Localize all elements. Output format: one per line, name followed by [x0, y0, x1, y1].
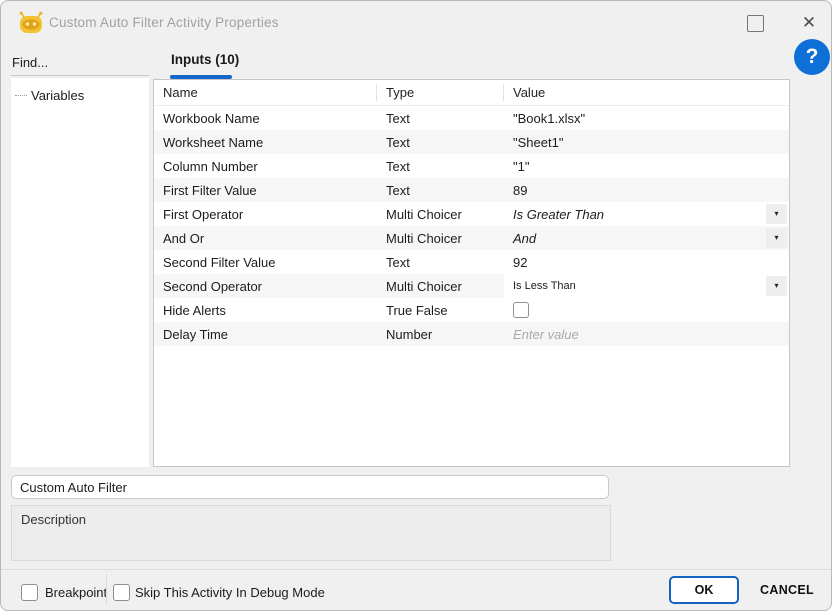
table-row[interactable]: Delay Time Number Enter value	[154, 322, 789, 346]
row-name-cell: Second Operator	[154, 279, 377, 294]
table-row[interactable]: First Filter Value Text 89	[154, 178, 789, 202]
row-value-cell[interactable]: "Book1.xlsx"	[504, 106, 789, 130]
inputs-table: Name Type Value Workbook Name Text "Book…	[153, 79, 790, 467]
value-text: "1"	[513, 159, 529, 174]
ok-button[interactable]: OK	[669, 576, 739, 604]
value-combobox[interactable]: Is Less Than	[504, 274, 789, 298]
tab-inputs[interactable]: Inputs (10)	[171, 52, 239, 67]
table-row[interactable]: First Operator Multi Choicer Is Greater …	[154, 202, 789, 226]
table-row[interactable]: And Or Multi Choicer And ▾	[154, 226, 789, 250]
tree-item-label: Variables	[31, 88, 84, 103]
table-row[interactable]: Hide Alerts True False	[154, 298, 789, 322]
tree-branch-icon	[15, 95, 27, 96]
row-value-cell[interactable]: "1"	[504, 154, 789, 178]
table-row[interactable]: Second Operator Multi Choicer Is Less Th…	[154, 274, 789, 298]
cancel-button[interactable]: CANCEL	[751, 576, 823, 604]
value-text: Is Less Than	[513, 280, 576, 292]
column-header-value[interactable]: Value	[504, 84, 789, 101]
footer-vertical-divider	[106, 574, 107, 605]
table-row[interactable]: Column Number Text "1"	[154, 154, 789, 178]
question-icon: ?	[806, 45, 819, 69]
row-type-cell: Text	[377, 135, 504, 150]
row-name-cell: First Filter Value	[154, 183, 377, 198]
bot-icon	[18, 10, 44, 36]
row-name-cell: Column Number	[154, 159, 377, 174]
row-name-cell: Second Filter Value	[154, 255, 377, 270]
value-text: 92	[513, 255, 527, 270]
row-value-cell[interactable]: "Sheet1"	[504, 130, 789, 154]
table-row[interactable]: Second Filter Value Text 92	[154, 250, 789, 274]
value-checkbox[interactable]	[513, 302, 529, 318]
breakpoint-checkbox[interactable]	[21, 584, 38, 601]
skip-debug-label: Skip This Activity In Debug Mode	[135, 585, 325, 600]
row-value-cell[interactable]: Enter value	[504, 322, 789, 346]
row-name-cell: Delay Time	[154, 327, 377, 342]
row-type-cell: Text	[377, 255, 504, 270]
row-value-cell[interactable]: Is Less Than ▾	[504, 274, 789, 298]
title-bar: Custom Auto Filter Activity Properties ✕	[1, 1, 831, 46]
row-name-cell: Hide Alerts	[154, 303, 377, 318]
table-body: Workbook Name Text "Book1.xlsx" Workshee…	[154, 106, 789, 346]
dialog-window: Custom Auto Filter Activity Properties ✕…	[0, 0, 832, 611]
row-value-cell[interactable]: 89	[504, 178, 789, 202]
table-row[interactable]: Workbook Name Text "Book1.xlsx"	[154, 106, 789, 130]
row-name-cell: First Operator	[154, 207, 377, 222]
value-text: Is Greater Than	[513, 207, 604, 222]
skip-debug-checkbox[interactable]	[113, 584, 130, 601]
dropdown-button[interactable]: ▾	[766, 276, 787, 296]
value-text: And	[513, 231, 536, 246]
activity-name-input[interactable]	[11, 475, 609, 499]
row-type-cell: Multi Choicer	[377, 207, 504, 222]
row-value-cell[interactable]: 92	[504, 250, 789, 274]
description-field[interactable]: Description	[11, 505, 611, 561]
value-placeholder: Enter value	[513, 327, 579, 342]
row-name-cell: Workbook Name	[154, 111, 377, 126]
close-icon[interactable]: ✕	[799, 12, 819, 34]
help-button[interactable]: ?	[794, 39, 830, 75]
row-value-cell[interactable]: Is Greater Than ▾	[504, 202, 789, 226]
window-title: Custom Auto Filter Activity Properties	[49, 15, 279, 30]
row-type-cell: Multi Choicer	[377, 279, 504, 294]
table-row[interactable]: Worksheet Name Text "Sheet1"	[154, 130, 789, 154]
row-type-cell: Multi Choicer	[377, 231, 504, 246]
column-header-type[interactable]: Type	[377, 84, 504, 101]
dropdown-button[interactable]: ▾	[766, 204, 787, 224]
variables-panel: Variables	[11, 78, 149, 467]
sidebar-item-variables[interactable]: Variables	[11, 78, 149, 103]
maximize-icon[interactable]	[747, 15, 764, 32]
row-type-cell: True False	[377, 303, 504, 318]
column-header-name[interactable]: Name	[154, 84, 377, 101]
dropdown-button[interactable]: ▾	[766, 228, 787, 248]
row-type-cell: Text	[377, 111, 504, 126]
row-name-cell: And Or	[154, 231, 377, 246]
footer-divider	[1, 569, 831, 570]
value-text: "Sheet1"	[513, 135, 563, 150]
value-text: "Book1.xlsx"	[513, 111, 585, 126]
table-header: Name Type Value	[154, 80, 789, 106]
breakpoint-label: Breakpoint	[45, 585, 107, 600]
caret-down-icon: ▾	[774, 210, 778, 218]
caret-down-icon: ▾	[774, 282, 778, 290]
row-type-cell: Text	[377, 159, 504, 174]
find-input[interactable]	[11, 50, 149, 76]
value-text: 89	[513, 183, 527, 198]
row-name-cell: Worksheet Name	[154, 135, 377, 150]
caret-down-icon: ▾	[774, 234, 778, 242]
row-value-cell[interactable]: And ▾	[504, 226, 789, 250]
row-type-cell: Number	[377, 327, 504, 342]
row-type-cell: Text	[377, 183, 504, 198]
row-value-cell[interactable]	[504, 298, 789, 322]
